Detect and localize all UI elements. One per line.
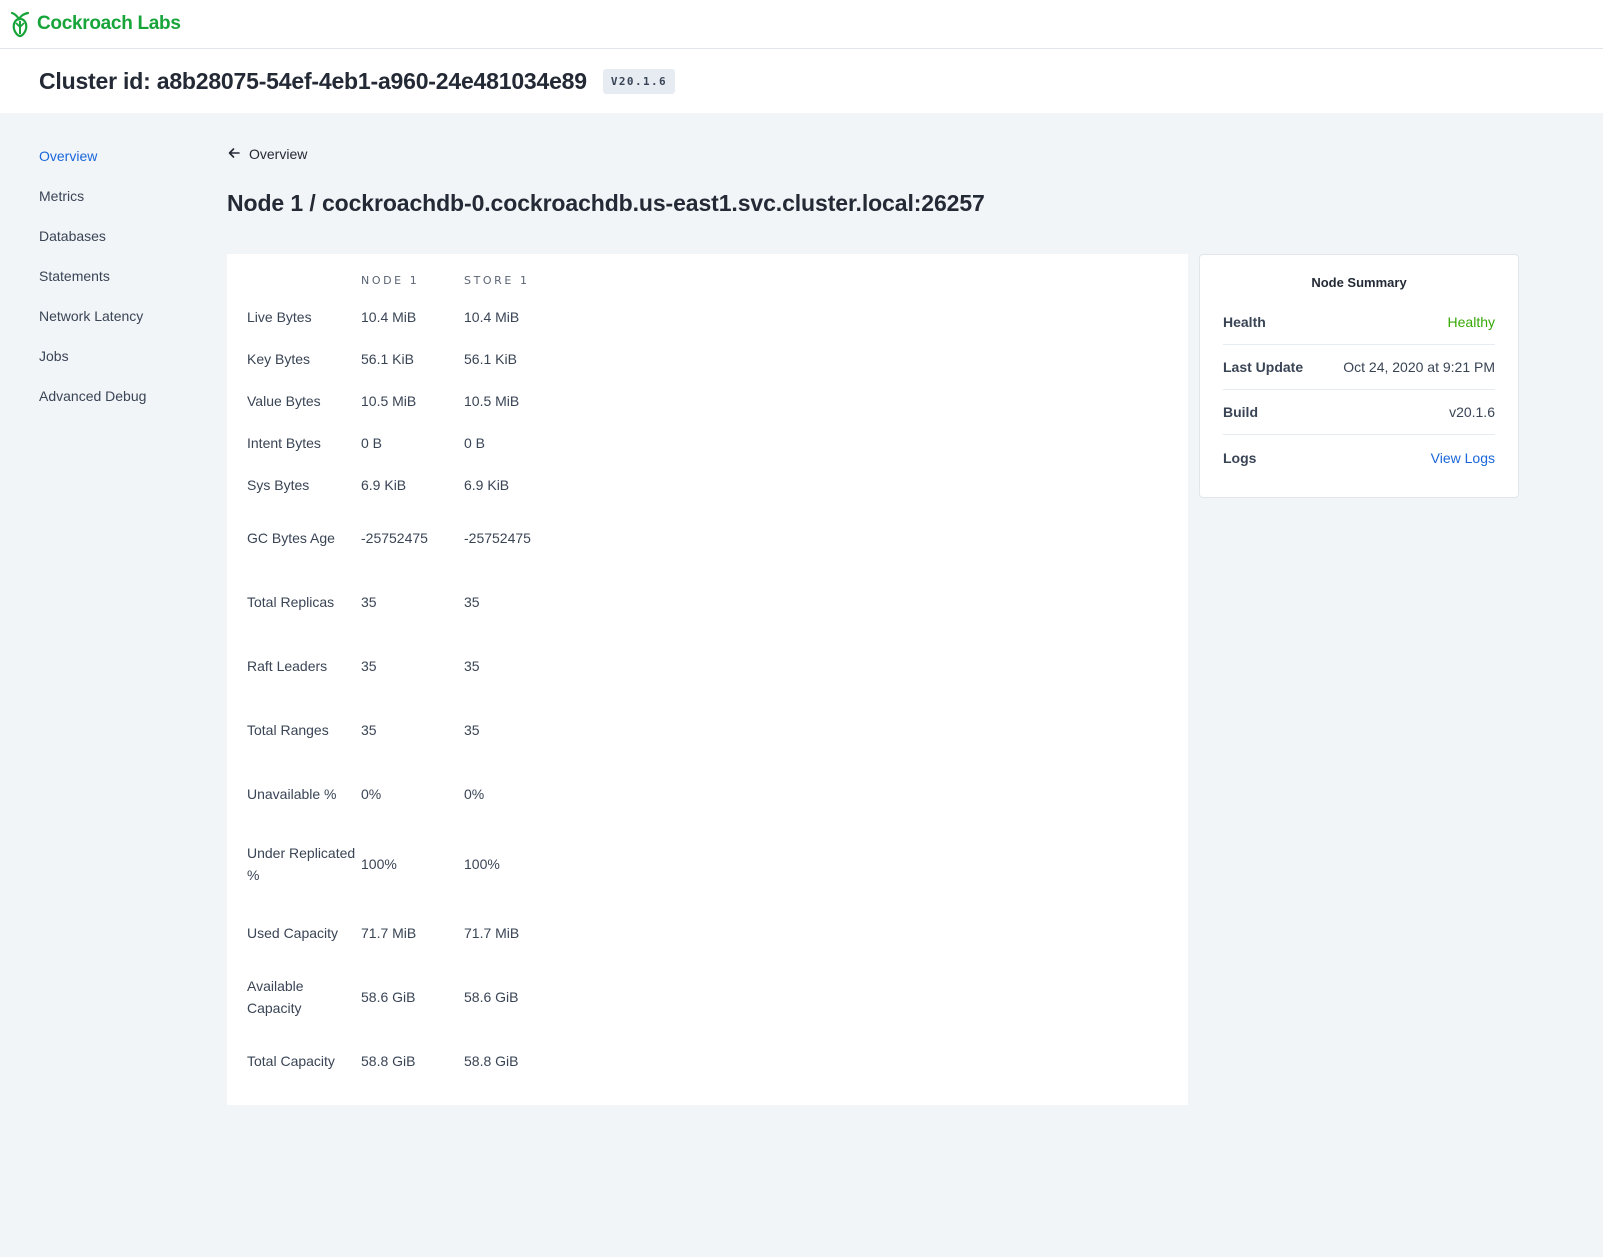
summary-row-last-update: Last Update Oct 24, 2020 at 9:21 PM (1223, 345, 1495, 390)
view-logs-link[interactable]: View Logs (1431, 450, 1495, 466)
node-value: 58.6 GiB (361, 989, 416, 1005)
sidebar-item-advanced-debug[interactable]: Advanced Debug (39, 386, 209, 426)
cockroach-logo-icon[interactable] (8, 10, 32, 38)
store-value: 56.1 KiB (464, 351, 517, 367)
breadcrumb-label: Overview (249, 146, 308, 162)
node-value: 10.5 MiB (361, 393, 417, 409)
store-value: 6.9 KiB (464, 477, 510, 493)
build-value: v20.1.6 (1449, 404, 1495, 420)
metric-label: Available Capacity (247, 978, 304, 1016)
health-status-value: Healthy (1447, 314, 1495, 330)
sidebar: Overview Metrics Databases Statements Ne… (39, 146, 209, 426)
table-row: Sys Bytes 6.9 KiB 6.9 KiB (247, 464, 564, 506)
metric-label: Under Replicated % (247, 844, 356, 883)
build-label: Build (1223, 404, 1258, 420)
column-header-node: NODE 1 (361, 273, 420, 287)
table-header-row: NODE 1 STORE 1 (247, 254, 564, 296)
version-badge: V20.1.6 (602, 68, 676, 94)
summary-row-health: Health Healthy (1223, 300, 1495, 345)
node-metrics-table: NODE 1 STORE 1 Live Bytes 10.4 MiB 10.4 … (247, 254, 564, 1093)
metric-label: Total Replicas (247, 594, 335, 610)
metric-label: Value Bytes (247, 393, 321, 409)
table-row: Total Capacity 58.8 GiB 58.8 GiB (247, 1029, 564, 1093)
store-value: 71.7 MiB (464, 925, 520, 941)
store-value: -25752475 (464, 530, 531, 546)
sidebar-item-overview[interactable]: Overview (39, 146, 209, 186)
column-header-metric (247, 254, 361, 296)
store-value: 58.6 GiB (464, 989, 519, 1005)
table-row: Key Bytes 56.1 KiB 56.1 KiB (247, 338, 564, 380)
table-row: Total Ranges 35 35 (247, 698, 564, 762)
brand-name[interactable]: Cockroach Labs (37, 13, 181, 35)
metric-label: Raft Leaders (247, 658, 328, 674)
metric-label: Used Capacity (247, 925, 339, 941)
node-value: 35 (361, 658, 377, 674)
table-row: Value Bytes 10.5 MiB 10.5 MiB (247, 380, 564, 422)
node-value: 0% (361, 786, 382, 802)
summary-title: Node Summary (1311, 275, 1407, 290)
store-value: 35 (464, 658, 480, 674)
store-value: 0% (464, 786, 485, 802)
node-value: 10.4 MiB (361, 309, 417, 325)
top-bar: Cockroach Labs (0, 0, 1603, 49)
table-row: Live Bytes 10.4 MiB 10.4 MiB (247, 296, 564, 338)
node-value: 56.1 KiB (361, 351, 414, 367)
node-value: 58.8 GiB (361, 1053, 416, 1069)
table-row: Available Capacity 58.6 GiB 58.6 GiB (247, 965, 564, 1029)
summary-row-build: Build v20.1.6 (1223, 390, 1495, 435)
metric-label: Total Ranges (247, 722, 329, 738)
store-value: 58.8 GiB (464, 1053, 519, 1069)
last-update-value: Oct 24, 2020 at 9:21 PM (1343, 359, 1495, 375)
sidebar-item-network-latency[interactable]: Network Latency (39, 306, 209, 346)
table-row: Under Replicated % 100% 100% (247, 826, 564, 901)
store-value: 35 (464, 594, 480, 610)
table-row: Total Replicas 35 35 (247, 570, 564, 634)
sidebar-item-jobs[interactable]: Jobs (39, 346, 209, 386)
store-value: 0 B (464, 435, 486, 451)
last-update-label: Last Update (1223, 359, 1304, 375)
logs-label: Logs (1223, 449, 1257, 466)
node-value: 6.9 KiB (361, 477, 407, 493)
metric-label: Intent Bytes (247, 435, 321, 451)
arrow-left-icon (228, 146, 249, 162)
metric-label: Live Bytes (247, 309, 312, 325)
metric-label: Key Bytes (247, 351, 311, 367)
store-value: 100% (464, 855, 500, 872)
store-value: 10.4 MiB (464, 309, 520, 325)
node-value: 35 (361, 594, 377, 610)
column-header-store: STORE 1 (464, 273, 530, 287)
metric-label: Sys Bytes (247, 477, 310, 493)
store-value: 10.5 MiB (464, 393, 520, 409)
health-label: Health (1223, 314, 1266, 330)
sidebar-item-metrics[interactable]: Metrics (39, 186, 209, 226)
cluster-title: Cluster id: a8b28075-54ef-4eb1-a960-24e4… (39, 67, 587, 94)
metric-label: Total Capacity (247, 1053, 335, 1069)
node-metrics-panel: NODE 1 STORE 1 Live Bytes 10.4 MiB 10.4 … (227, 254, 1188, 1105)
table-row: Unavailable % 0% 0% (247, 762, 564, 826)
node-value: 71.7 MiB (361, 925, 417, 941)
store-value: 35 (464, 722, 480, 738)
page-title: Node 1 / cockroachdb-0.cockroachdb.us-ea… (227, 190, 985, 216)
table-row: Intent Bytes 0 B 0 B (247, 422, 564, 464)
node-value: -25752475 (361, 530, 428, 546)
table-row: GC Bytes Age -25752475 -25752475 (247, 506, 564, 570)
breadcrumb-back-link[interactable]: Overview (228, 146, 307, 162)
node-summary-card: Node Summary Health Healthy Last Update … (1199, 254, 1519, 498)
node-value: 100% (361, 855, 397, 872)
summary-row-logs: Logs View Logs (1223, 435, 1495, 480)
cluster-header: Cluster id: a8b28075-54ef-4eb1-a960-24e4… (0, 49, 1603, 113)
table-row: Used Capacity 71.7 MiB 71.7 MiB (247, 901, 564, 965)
node-value: 0 B (361, 435, 383, 451)
metric-label: GC Bytes Age (247, 530, 335, 546)
node-value: 35 (361, 722, 377, 738)
sidebar-item-statements[interactable]: Statements (39, 266, 209, 306)
table-row: Raft Leaders 35 35 (247, 634, 564, 698)
metric-label: Unavailable % (247, 786, 337, 802)
sidebar-item-databases[interactable]: Databases (39, 226, 209, 266)
